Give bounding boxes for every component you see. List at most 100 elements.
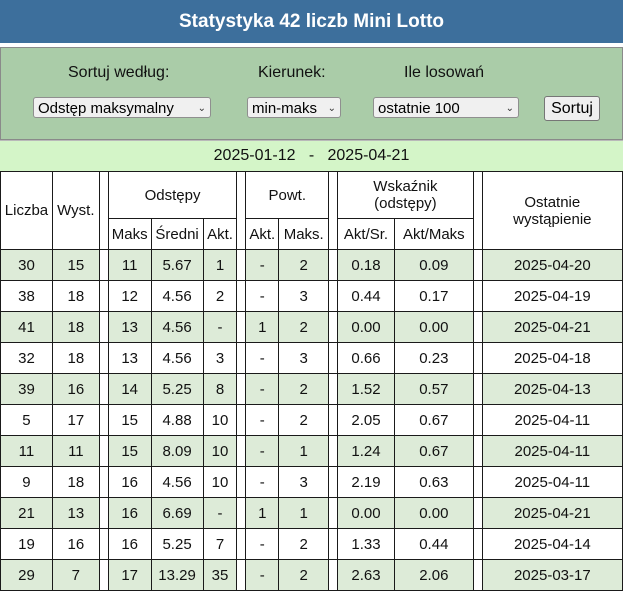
column-spacer <box>472 342 483 374</box>
cell-occurrences: 17 <box>51 404 100 436</box>
cell-gaps-current: 10 <box>202 435 238 467</box>
cell-indicator-cur-max: 0.57 <box>393 373 474 405</box>
cell-gaps-max: 12 <box>107 280 152 312</box>
column-spacer <box>328 373 339 405</box>
cell-indicator-cur-max: 0.44 <box>393 528 474 560</box>
cell-occurrences: 18 <box>51 311 100 343</box>
col-header-last-line2: wystąpienie <box>513 210 592 228</box>
cell-gaps-max: 13 <box>107 342 152 374</box>
column-spacer <box>472 559 483 591</box>
cell-gaps-avg: 4.56 <box>150 342 204 374</box>
column-spacer <box>328 311 339 343</box>
cell-last-occurrence: 2025-03-17 <box>481 559 623 591</box>
col-header-number: Liczba <box>0 171 53 250</box>
column-spacer <box>328 497 339 529</box>
column-spacer <box>472 249 483 281</box>
column-spacer <box>236 404 247 436</box>
page-title: Statystyka 42 liczb Mini Lotto <box>0 0 623 43</box>
column-spacer <box>328 528 339 560</box>
column-spacer <box>98 559 109 591</box>
cell-repeats-current: - <box>245 280 280 312</box>
column-spacer <box>328 249 339 281</box>
cell-indicator-cur-avg: 0.18 <box>337 249 395 281</box>
cell-number: 32 <box>0 342 53 374</box>
column-spacer <box>472 497 483 529</box>
col-header-indicator: Wskaźnik (odstępy) <box>337 171 474 219</box>
column-spacer <box>472 280 483 312</box>
table-row: 19 16 16 5.25 7-2 1.33 0.44 2025-04-14 <box>0 528 623 560</box>
cell-gaps-max: 11 <box>107 249 152 281</box>
cell-gaps-avg: 13.29 <box>150 559 204 591</box>
column-spacer <box>472 373 483 405</box>
direction-select[interactable]: min-maks ⌄ <box>247 97 341 118</box>
chevron-down-icon: ⌄ <box>197 103 206 114</box>
cell-last-occurrence: 2025-04-20 <box>481 249 623 281</box>
sort-by-label: Sortuj według: <box>68 64 170 81</box>
col-header-indicator-line1: Wskaźnik <box>373 178 438 195</box>
col-header-indicator-cur-avg: Akt/Sr. <box>337 218 395 250</box>
cell-gaps-current: 10 <box>202 466 238 498</box>
cell-repeats-current: - <box>245 342 280 374</box>
column-spacer <box>98 342 109 374</box>
sort-button[interactable]: Sortuj <box>544 96 600 121</box>
column-spacer <box>236 466 247 498</box>
cell-gaps-avg: 4.88 <box>150 404 204 436</box>
column-spacer <box>98 171 109 250</box>
table-row: 30 15 11 5.67 1-2 0.18 0.09 2025-04-20 <box>0 249 623 281</box>
cell-indicator-cur-max: 0.00 <box>393 497 474 529</box>
column-spacer <box>328 404 339 436</box>
cell-last-occurrence: 2025-04-18 <box>481 342 623 374</box>
cell-occurrences: 7 <box>51 559 100 591</box>
cell-indicator-cur-max: 2.06 <box>393 559 474 591</box>
cell-last-occurrence: 2025-04-14 <box>481 528 623 560</box>
draws-count-select-value: ostatnie 100 <box>378 100 460 117</box>
cell-indicator-cur-avg: 0.66 <box>337 342 395 374</box>
cell-last-occurrence: 2025-04-21 <box>481 497 623 529</box>
cell-gaps-current: 2 <box>202 280 238 312</box>
cell-gaps-max: 16 <box>107 497 152 529</box>
cell-occurrences: 13 <box>51 497 100 529</box>
cell-repeats-current: - <box>245 528 280 560</box>
column-spacer <box>236 435 247 467</box>
cell-number: 39 <box>0 373 53 405</box>
direction-select-value: min-maks <box>252 100 318 117</box>
column-spacer <box>236 171 247 250</box>
draws-count-select[interactable]: ostatnie 100 ⌄ <box>373 97 519 118</box>
cell-number: 41 <box>0 311 53 343</box>
cell-indicator-cur-avg: 2.05 <box>337 404 395 436</box>
column-spacer <box>98 435 109 467</box>
cell-repeats-max: 3 <box>278 280 330 312</box>
cell-last-occurrence: 2025-04-11 <box>481 466 623 498</box>
column-spacer <box>236 311 247 343</box>
cell-occurrences: 15 <box>51 249 100 281</box>
cell-repeats-max: 2 <box>278 404 330 436</box>
cell-number: 9 <box>0 466 53 498</box>
sort-by-select[interactable]: Odstęp maksymalny ⌄ <box>33 97 211 118</box>
cell-occurrences: 18 <box>51 280 100 312</box>
cell-occurrences: 16 <box>51 528 100 560</box>
cell-occurrences: 18 <box>51 466 100 498</box>
date-separator: - <box>308 147 315 164</box>
column-spacer <box>328 559 339 591</box>
cell-gaps-avg: 4.56 <box>150 280 204 312</box>
date-from: 2025-01-12 <box>213 147 296 164</box>
column-spacer <box>472 435 483 467</box>
col-header-gaps-max: Maks <box>107 218 152 250</box>
cell-last-occurrence: 2025-04-19 <box>481 280 623 312</box>
col-header-indicator-line2: (odstępy) <box>374 195 437 212</box>
col-header-gaps-avg: Średni <box>150 218 204 250</box>
cell-repeats-current: 1 <box>245 497 280 529</box>
sort-controls-panel: Sortuj według: Kierunek: Ile losowań Ods… <box>0 47 623 140</box>
cell-repeats-current: - <box>245 249 280 281</box>
cell-indicator-cur-max: 0.67 <box>393 404 474 436</box>
cell-indicator-cur-avg: 2.63 <box>337 559 395 591</box>
cell-gaps-max: 16 <box>107 528 152 560</box>
table-row: 38 18 12 4.56 2-3 0.44 0.17 2025-04-19 <box>0 280 623 312</box>
table-row: 9 18 16 4.56 10-3 2.19 0.63 2025-04-11 <box>0 466 623 498</box>
cell-repeats-max: 1 <box>278 435 330 467</box>
cell-repeats-current: - <box>245 559 280 591</box>
cell-last-occurrence: 2025-04-21 <box>481 311 623 343</box>
column-spacer <box>328 435 339 467</box>
cell-gaps-max: 16 <box>107 466 152 498</box>
column-spacer <box>98 280 109 312</box>
